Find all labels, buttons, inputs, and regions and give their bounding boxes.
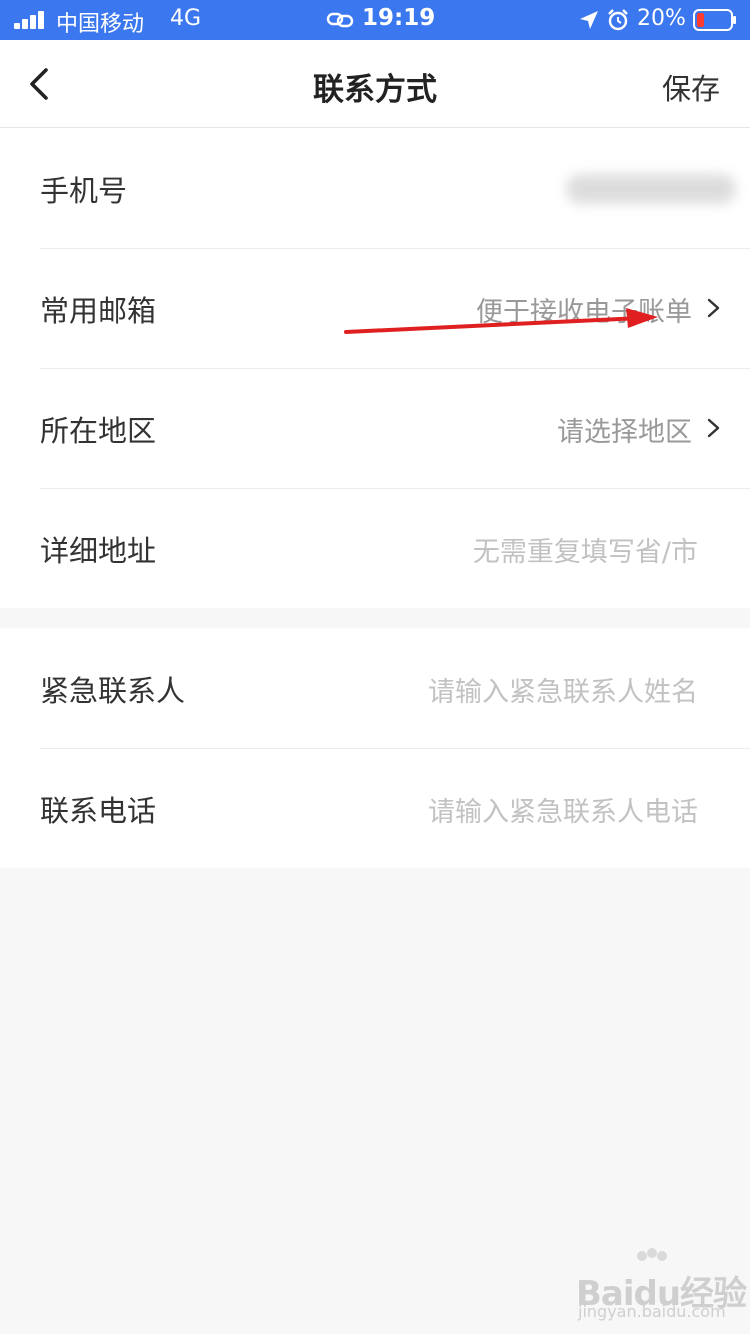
status-bar: 中国移动 4G 19:19 20% [0, 0, 750, 40]
address-row: 详细地址 无需重复填写省/市 [0, 488, 750, 608]
phone-label: 手机号 [40, 174, 128, 208]
emergency-contact-group: 紧急联系人 请输入紧急联系人姓名 联系电话 请输入紧急联系人电话 [0, 628, 750, 868]
region-value[interactable]: 请选择地区 [557, 410, 692, 449]
emergency-phone-label: 联系电话 [40, 794, 157, 828]
chevron-right-icon [707, 298, 720, 318]
annotation-arrow-icon [344, 308, 658, 334]
nav-bar: 联系方式 保存 [0, 40, 750, 128]
email-label: 常用邮箱 [40, 294, 157, 328]
alarm-clock-icon [608, 9, 628, 31]
phone-row: 手机号 [0, 128, 750, 248]
chevron-right-icon [707, 418, 720, 438]
address-input[interactable]: 无需重复填写省/市 [473, 530, 698, 569]
page-title: 联系方式 [313, 72, 437, 108]
emergency-name-input[interactable]: 请输入紧急联系人姓名 [428, 670, 698, 709]
signal-strength-icon [14, 11, 48, 29]
phone-value-blurred [566, 174, 736, 204]
network-type: 4G [170, 6, 202, 31]
watermark-url: jingyan.baidu.com [578, 1302, 726, 1321]
carrier-name: 中国移动 [56, 12, 145, 37]
emergency-phone-input[interactable]: 请输入紧急联系人电话 [428, 790, 698, 829]
save-button[interactable]: 保存 [662, 66, 720, 108]
location-arrow-icon [580, 11, 598, 29]
clock-time: 19:19 [362, 5, 436, 31]
contact-info-group: 手机号 常用邮箱 便于接收电子账单 所在地区 请选择地区 详细地址 无需重复填写… [0, 128, 750, 608]
battery-icon [693, 9, 736, 31]
address-label: 详细地址 [40, 534, 157, 568]
emergency-name-row: 紧急联系人 请输入紧急联系人姓名 [0, 628, 750, 748]
emergency-phone-row: 联系电话 请输入紧急联系人电话 [0, 748, 750, 868]
region-label: 所在地区 [40, 414, 157, 448]
battery-percent: 20% [637, 6, 686, 31]
emergency-name-label: 紧急联系人 [40, 674, 186, 708]
link-icon [326, 12, 354, 28]
region-row[interactable]: 所在地区 请选择地区 [0, 368, 750, 488]
